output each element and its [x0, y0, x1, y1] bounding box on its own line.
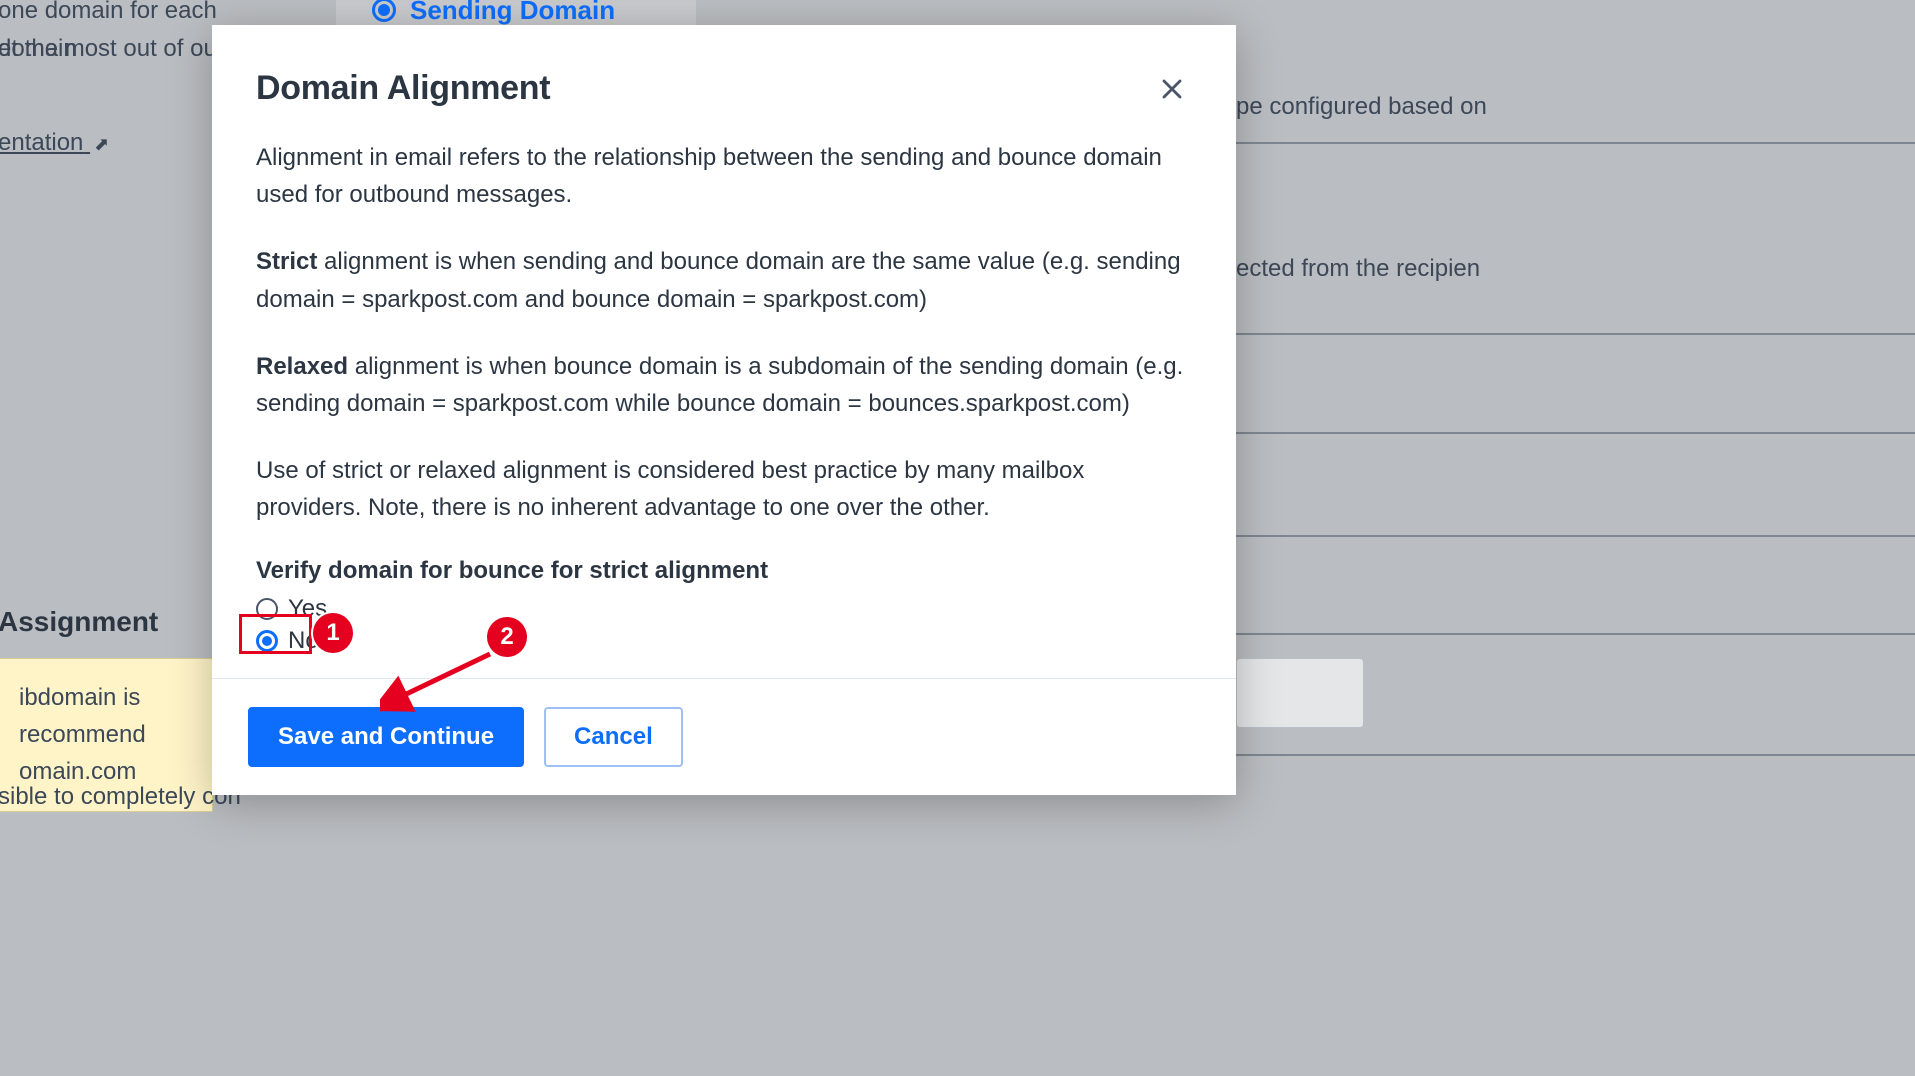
- cancel-button[interactable]: Cancel: [544, 707, 683, 767]
- bg-text-fragment: pe configured based on: [1236, 88, 1487, 126]
- radio-checked-icon: [256, 630, 278, 652]
- domain-alignment-modal: Domain Alignment Alignment in email refe…: [212, 25, 1236, 795]
- external-link-icon: [94, 124, 110, 140]
- save-and-continue-button[interactable]: Save and Continue: [248, 707, 524, 767]
- modal-title: Domain Alignment: [256, 69, 550, 108]
- subaccount-assignment-heading: Assignment: [0, 600, 158, 645]
- modal-paragraph: Relaxed alignment is when bounce domain …: [256, 348, 1192, 422]
- close-button[interactable]: [1152, 69, 1192, 109]
- modal-paragraph: Strict alignment is when sending and bou…: [256, 243, 1192, 317]
- close-icon: [1160, 77, 1184, 101]
- modal-footer: Save and Continue Cancel: [212, 678, 1236, 795]
- modal-paragraph: Use of strict or relaxed alignment is co…: [256, 452, 1192, 526]
- radio-yes-label: Yes: [288, 595, 327, 623]
- bg-text-fragment: sible to completely con: [0, 778, 241, 816]
- bg-input-placeholder: [1236, 658, 1364, 728]
- documentation-link[interactable]: entation: [0, 129, 110, 156]
- modal-paragraph: Alignment in email refers to the relatio…: [256, 139, 1192, 213]
- radio-option-yes[interactable]: Yes: [256, 593, 1192, 625]
- radio-option-no[interactable]: No: [256, 625, 1192, 657]
- info-line: ibdomain is recommend: [19, 679, 192, 753]
- sending-domain-label: Sending Domain: [410, 0, 615, 26]
- radio-unchecked-icon: [256, 598, 278, 620]
- sending-domain-radio[interactable]: Sending Domain: [372, 0, 615, 26]
- modal-description: Alignment in email refers to the relatio…: [256, 139, 1192, 527]
- radio-selected-icon: [372, 0, 396, 22]
- verify-question-label: Verify domain for bounce for strict alig…: [256, 557, 1192, 585]
- radio-no-label: No: [288, 627, 319, 655]
- bg-text-fragment: ected from the recipien: [1236, 250, 1480, 288]
- bg-text-fragment: et the most out of our s: [0, 30, 243, 68]
- documentation-link-label: entation: [0, 129, 83, 156]
